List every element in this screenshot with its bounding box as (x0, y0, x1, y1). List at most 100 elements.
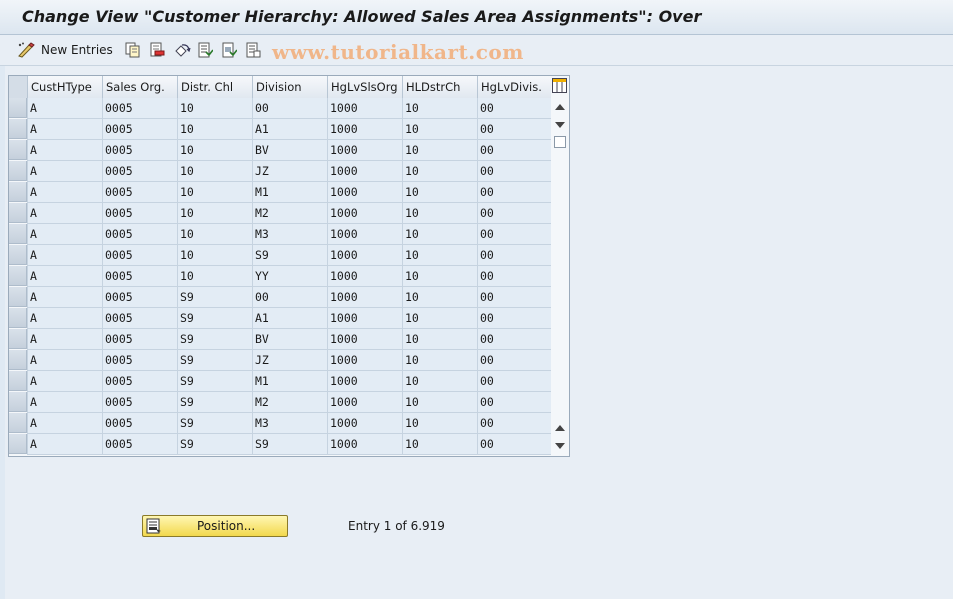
row-selector[interactable] (9, 224, 27, 244)
select-edit-icon (18, 42, 35, 58)
table-row: A 0005 10 A1 1000 10 00 (9, 119, 551, 140)
table-cell: 10 (402, 350, 477, 371)
table-row: A 0005 S9 JZ 1000 10 00 (9, 350, 551, 371)
row-selector[interactable] (9, 140, 27, 160)
page-down-icon[interactable] (555, 443, 565, 449)
table-row: A 0005 10 JZ 1000 10 00 (9, 161, 551, 182)
table-cell: M2 (252, 392, 327, 413)
table-cell: 00 (477, 350, 551, 371)
row-selector[interactable] (9, 182, 27, 202)
table-cell: 1000 (327, 413, 402, 434)
table-cell: A (27, 308, 102, 329)
table-cell: 0005 (102, 119, 177, 140)
vertical-scrollbar[interactable] (551, 98, 569, 456)
column-header[interactable]: CustHType (27, 76, 102, 98)
table-cell: 00 (477, 392, 551, 413)
column-header[interactable]: HLDstrCh (402, 76, 477, 98)
column-header[interactable]: HgLvDivis. (477, 76, 551, 98)
table-cell: 1000 (327, 266, 402, 287)
table-cell: 10 (177, 119, 252, 140)
table-cell: A (27, 413, 102, 434)
table-cell: S9 (177, 329, 252, 350)
table-cell: 0005 (102, 350, 177, 371)
scroll-up-icon[interactable] (555, 104, 565, 110)
table-cell: 0005 (102, 224, 177, 245)
table-cell: 00 (477, 161, 551, 182)
row-selector[interactable] (9, 119, 27, 139)
row-selector[interactable] (9, 308, 27, 328)
row-selector[interactable] (9, 392, 27, 412)
table-cell: 10 (402, 434, 477, 455)
table-row: A 0005 10 YY 1000 10 00 (9, 266, 551, 287)
table-cell: 1000 (327, 140, 402, 161)
table-cell: A (27, 287, 102, 308)
page-up-icon[interactable] (555, 425, 565, 431)
table-cell: 00 (477, 203, 551, 224)
table-cell: 0005 (102, 161, 177, 182)
table-cell: 00 (477, 98, 551, 119)
new-entries-button[interactable]: New Entries (17, 41, 113, 59)
table-cell: 10 (177, 266, 252, 287)
undo-button[interactable] (173, 41, 191, 59)
row-selector[interactable] (9, 266, 27, 286)
table-cell: 00 (477, 308, 551, 329)
row-selector[interactable] (9, 245, 27, 265)
table-cell: A (27, 119, 102, 140)
table-row: A 0005 S9 M3 1000 10 00 (9, 413, 551, 434)
row-selector[interactable] (9, 371, 27, 391)
scroll-down-icon[interactable] (555, 122, 565, 128)
select-all-rows-cell[interactable] (9, 76, 27, 98)
table-cell: A (27, 224, 102, 245)
table-cell: A (27, 371, 102, 392)
table-cell: 00 (477, 329, 551, 350)
row-selector[interactable] (9, 203, 27, 223)
table-row: A 0005 S9 BV 1000 10 00 (9, 329, 551, 350)
table-cell: 00 (252, 98, 327, 119)
column-header[interactable]: Division (252, 76, 327, 98)
table-cell: 0005 (102, 308, 177, 329)
deselect-all-button[interactable] (245, 41, 261, 59)
row-selector[interactable] (9, 413, 27, 433)
select-all-button[interactable] (197, 41, 213, 59)
table-cell: M3 (252, 224, 327, 245)
table-cell: 0005 (102, 434, 177, 455)
table-cell: 0005 (102, 140, 177, 161)
table-row: A 0005 10 M1 1000 10 00 (9, 182, 551, 203)
table-cell: S9 (177, 308, 252, 329)
row-selector[interactable] (9, 350, 27, 370)
table-cell: 10 (402, 161, 477, 182)
table-cell: S9 (177, 371, 252, 392)
table-cell: 1000 (327, 224, 402, 245)
table-cell: 00 (477, 245, 551, 266)
copy-button[interactable] (125, 41, 141, 59)
table-cell: A1 (252, 308, 327, 329)
table-cell: S9 (252, 245, 327, 266)
row-selector[interactable] (9, 98, 27, 118)
column-settings-icon[interactable] (552, 78, 567, 93)
table-cell: A (27, 245, 102, 266)
scroll-thumb[interactable] (554, 136, 566, 148)
table-cell: 1000 (327, 329, 402, 350)
column-header[interactable]: Sales Org. (102, 76, 177, 98)
select-block-button[interactable] (221, 41, 237, 59)
table-cell: S9 (252, 434, 327, 455)
column-header[interactable]: HgLvSlsOrg (327, 76, 402, 98)
row-selector[interactable] (9, 329, 27, 349)
table-cell: 1000 (327, 371, 402, 392)
row-selector[interactable] (9, 161, 27, 181)
table-cell: M2 (252, 203, 327, 224)
table-row: A 0005 S9 00 1000 10 00 (9, 287, 551, 308)
table-cell: 00 (477, 413, 551, 434)
table-cell: A (27, 266, 102, 287)
table-cell: M1 (252, 371, 327, 392)
row-selector[interactable] (9, 434, 27, 454)
table-cell: 1000 (327, 350, 402, 371)
table-cell: 10 (402, 308, 477, 329)
row-selector[interactable] (9, 287, 27, 307)
column-header[interactable]: Distr. Chl (177, 76, 252, 98)
table-cell: 00 (477, 140, 551, 161)
position-button[interactable]: Position... (142, 515, 288, 537)
table-cell: 1000 (327, 434, 402, 455)
table-cell: 0005 (102, 392, 177, 413)
delete-button[interactable] (149, 41, 165, 59)
